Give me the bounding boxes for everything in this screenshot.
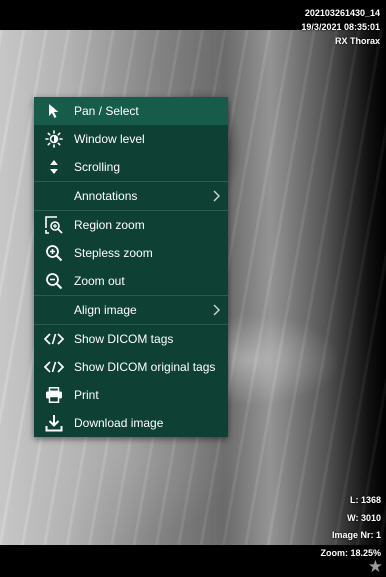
menu-item-annotations[interactable]: Annotations: [34, 182, 228, 210]
zoom-in-icon: [34, 244, 74, 262]
download-icon: [34, 414, 74, 432]
up-down-arrows-icon: [34, 159, 74, 175]
menu-item-stepless-zoom[interactable]: Stepless zoom: [34, 239, 228, 267]
zoom-out-icon: [34, 272, 74, 290]
study-id: 202103261430_14: [304, 8, 380, 18]
menu-item-label: Pan / Select: [74, 104, 139, 118]
region-zoom-icon: [34, 216, 74, 234]
menu-item-show-dicom-original-tags[interactable]: Show DICOM original tags: [34, 353, 228, 381]
chevron-right-icon: [212, 190, 220, 202]
menu-item-label: Scrolling: [74, 160, 121, 174]
menu-item-label: Region zoom: [74, 218, 145, 232]
star-icon[interactable]: ★: [368, 558, 383, 576]
menu-item-show-dicom-tags[interactable]: Show DICOM tags: [34, 325, 228, 353]
menu-item-download-image[interactable]: Download image: [34, 409, 228, 437]
menu-item-scrolling[interactable]: Scrolling: [34, 153, 228, 181]
menu-item-zoom-out[interactable]: Zoom out: [34, 267, 228, 295]
menu-item-align-image[interactable]: Align image: [34, 296, 228, 324]
window-width-value: W: 3010: [347, 512, 381, 523]
menu-item-label: Annotations: [74, 189, 138, 203]
study-datetime: 19/3/2021 08:35:01: [301, 22, 380, 32]
menu-item-label: Show DICOM original tags: [74, 360, 216, 374]
context-menu: Pan / Select Window level Scrolling Anno…: [34, 97, 228, 437]
printer-icon: [34, 387, 74, 403]
menu-item-label: Align image: [74, 303, 137, 317]
dicom-viewer[interactable]: 202103261430_14 19/3/2021 08:35:01 RX Th…: [0, 0, 386, 577]
image-info: L: 1368 W: 3010 Image Nr: 1 Zoom: 18.25%: [320, 492, 381, 562]
chevron-right-icon: [212, 304, 220, 316]
menu-item-window-level[interactable]: Window level: [34, 125, 228, 153]
image-number: Image Nr: 1: [331, 530, 381, 540]
window-level-value: L: 1368: [349, 495, 381, 505]
study-description: RX Thorax: [334, 36, 380, 46]
study-info: 202103261430_14 19/3/2021 08:35:01 RX Th…: [301, 6, 380, 48]
menu-item-pan-select[interactable]: Pan / Select: [34, 97, 228, 125]
code-brackets-icon: [34, 360, 74, 374]
menu-item-print[interactable]: Print: [34, 381, 228, 409]
menu-item-label: Window level: [74, 132, 145, 146]
menu-item-label: Zoom out: [74, 274, 125, 288]
cursor-arrow-icon: [34, 103, 74, 119]
code-brackets-icon: [34, 332, 74, 346]
menu-item-label: Download image: [74, 416, 164, 430]
menu-item-region-zoom[interactable]: Region zoom: [34, 211, 228, 239]
brightness-sun-icon: [34, 130, 74, 148]
menu-item-label: Show DICOM tags: [74, 332, 174, 346]
menu-item-label: Print: [74, 388, 99, 402]
menu-item-label: Stepless zoom: [74, 246, 153, 260]
